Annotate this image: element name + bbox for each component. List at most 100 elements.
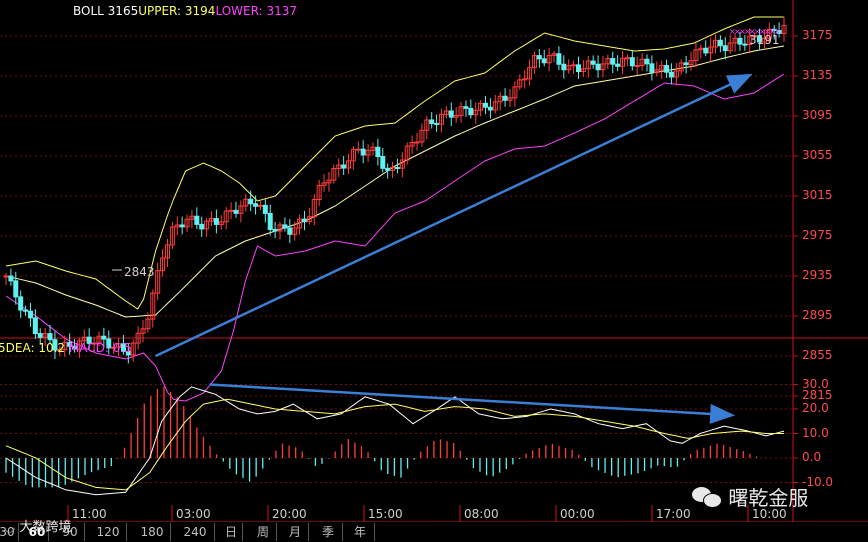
candle-up [414, 141, 420, 144]
low-annotation: 2843 [124, 265, 155, 279]
candle-down [644, 58, 650, 65]
time-tick-label: 15:00 [368, 507, 403, 521]
candle-down [394, 167, 400, 170]
candle-up [228, 209, 234, 212]
candle-down [47, 333, 53, 341]
candle-up [571, 64, 577, 67]
upper-label: UPPER: [138, 4, 182, 18]
candle-down [742, 43, 748, 46]
candle-down [27, 310, 33, 319]
lower-label: LOWER: [215, 4, 263, 18]
price-tick-label: 3055 [802, 148, 833, 162]
candle-down [101, 335, 107, 340]
period-tab-9[interactable]: 月 [282, 523, 309, 541]
dea-label: 5DEA: [0, 341, 35, 355]
candle-down [575, 64, 581, 72]
candle-down [253, 203, 259, 207]
candle-down [179, 224, 185, 228]
macd-tick-label: 20.0 [802, 401, 829, 415]
candle-down [483, 102, 489, 108]
candle-up [634, 65, 640, 68]
candle-down [429, 119, 435, 124]
time-tick-label: 03:00 [176, 507, 211, 521]
period-tab-10[interactable]: 季 [314, 523, 343, 541]
dif-line [5, 386, 785, 496]
candle-down [272, 228, 278, 232]
boll-legend: BOLL 3165UPPER: 3194LOWER: 3137 [73, 4, 297, 18]
watermark-right: 曙乾金服 [692, 482, 808, 511]
candle-up [257, 204, 263, 207]
candle-down [468, 107, 474, 116]
watermark-left-text: 大数跨境 [19, 520, 72, 535]
candle-down [267, 212, 273, 230]
time-tick-label: 00:00 [560, 507, 595, 521]
time-tick-label: 11:00 [72, 507, 107, 521]
time-tick-label: 08:00 [464, 507, 499, 521]
candle-down [717, 39, 723, 47]
period-tab-8[interactable]: 周 [250, 523, 277, 541]
period-tab-5[interactable]: 180 [134, 523, 171, 541]
candle-down [703, 47, 709, 54]
price-tick-label: 2895 [802, 308, 833, 322]
candle-down [199, 223, 205, 230]
macd-label: MACD: [68, 341, 109, 355]
upper-value: 3194 [184, 4, 216, 18]
macd-tick-label: 0.0 [802, 450, 822, 464]
candle-down [18, 296, 24, 311]
watermark-right-text: 曙乾金服 [728, 486, 809, 510]
watermark-logo-icon: ◡ [4, 520, 16, 535]
price-tick-label: 3135 [802, 68, 833, 82]
price-tick-label: 3095 [802, 108, 833, 122]
macd-legend: 5DEA: 10.2 MACD: 0.5 [0, 341, 132, 355]
time-tick-label: 20:00 [272, 507, 307, 521]
period-tab-6[interactable]: 240 [176, 523, 215, 541]
high-annotation: 3191 [749, 33, 780, 47]
candle-up [3, 275, 9, 278]
candle-down [556, 53, 562, 65]
period-bar [0, 522, 868, 542]
price-tick-label: 2935 [802, 268, 833, 282]
candle-down [233, 209, 239, 214]
candle-down [561, 63, 567, 71]
candle-down [722, 45, 728, 52]
candle-down [737, 37, 743, 45]
candle-down [248, 198, 254, 205]
candle-down [213, 218, 219, 225]
candle-down [32, 317, 38, 335]
candle-down [341, 164, 347, 169]
candle-down [664, 65, 670, 73]
candle-down [463, 106, 469, 109]
candle-down [615, 63, 621, 67]
macd-trend-arrow [209, 383, 736, 424]
boll-label: BOLL [73, 4, 104, 18]
watermark-left: ◡ 大数跨境 [4, 516, 72, 535]
candle-down [282, 224, 288, 229]
price-tick-label: 3015 [802, 188, 833, 202]
wechat-icon [692, 485, 722, 509]
candle-down [37, 333, 43, 338]
candle-down [301, 218, 307, 223]
candle-down [360, 148, 366, 156]
candle-down [541, 58, 547, 64]
period-tab-11[interactable]: 年 [346, 523, 375, 541]
price-tick-label: 3175 [802, 28, 833, 42]
macd-tick-label: 30.0 [802, 376, 829, 391]
lower-value: 3137 [266, 4, 297, 18]
candle-down [13, 280, 19, 298]
candle-down [262, 204, 268, 214]
dea-line [5, 398, 784, 491]
candle-down [629, 57, 635, 67]
candle-down [595, 63, 601, 71]
candle-down [590, 60, 596, 65]
time-tick-label: 17:00 [656, 507, 691, 521]
candle-down [8, 275, 14, 282]
candle-down [668, 71, 674, 78]
candle-down [23, 309, 29, 312]
candle-down [194, 215, 200, 225]
candle-down [649, 63, 655, 73]
period-tab-4[interactable]: 120 [90, 523, 127, 541]
candle-down [448, 110, 454, 118]
candle-down [487, 106, 493, 111]
period-tab-7[interactable]: 日 [220, 523, 243, 541]
candle-down [610, 58, 616, 65]
